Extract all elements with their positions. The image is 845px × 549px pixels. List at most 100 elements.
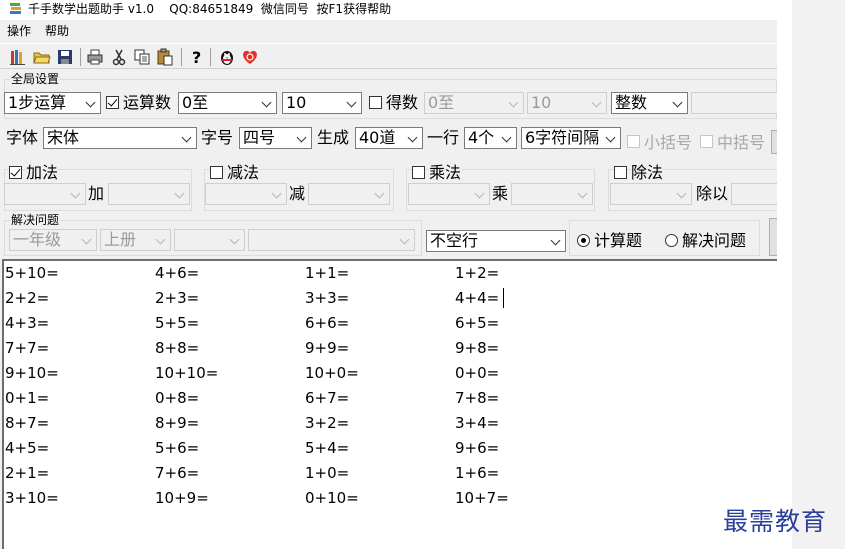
result-from-value: 0至 xyxy=(428,93,455,112)
title-bar: 千手数学出题助手 v1.0 QQ:84651849 微信同号 按F1获得帮助 xyxy=(0,0,777,20)
chevron-down-icon xyxy=(172,184,189,204)
small-bracket-checkbox[interactable] xyxy=(627,135,640,148)
decimal-places-select[interactable] xyxy=(691,92,777,114)
result-from-select[interactable]: 0至 xyxy=(424,92,524,114)
sub-right-select[interactable] xyxy=(308,183,390,205)
add-right-select[interactable] xyxy=(108,183,190,205)
chevron-down-icon xyxy=(153,230,170,250)
word-mode-radio[interactable] xyxy=(665,234,678,247)
equation-item: 9+6= xyxy=(455,439,500,457)
mul-right-select[interactable] xyxy=(511,183,593,205)
menu-bar: 操作 帮助 xyxy=(0,21,777,42)
result-to-value: 10 xyxy=(531,93,552,112)
toolbar-separator xyxy=(210,48,211,66)
equation-item: 0+1= xyxy=(5,389,50,407)
div-op-label: 除以 xyxy=(696,184,729,203)
help-icon[interactable]: ? xyxy=(187,48,205,66)
menu-operate[interactable]: 操作 xyxy=(7,21,31,42)
open-folder-icon[interactable] xyxy=(33,48,51,66)
spacing-select[interactable]: 6字符间隔 xyxy=(521,127,621,149)
chevron-down-icon[interactable] xyxy=(499,128,516,148)
result-checkbox[interactable] xyxy=(369,96,382,109)
menu-help[interactable]: 帮助 xyxy=(45,21,69,42)
paste-icon[interactable] xyxy=(156,48,174,66)
cut-icon[interactable] xyxy=(110,48,128,66)
operands-label: 运算数 xyxy=(123,93,172,112)
mul-checkbox[interactable] xyxy=(412,166,425,179)
equation-item: 4+5= xyxy=(5,439,50,457)
operands-to-select[interactable]: 10 xyxy=(282,92,362,114)
qq-penguin-icon[interactable] xyxy=(218,48,236,66)
chevron-down-icon xyxy=(227,230,244,250)
chevron-down-icon[interactable] xyxy=(179,128,196,148)
operands-from-value: 0至 xyxy=(182,93,209,112)
div-checkbox[interactable] xyxy=(614,166,627,179)
copy-icon[interactable] xyxy=(133,48,151,66)
chevron-down-icon xyxy=(575,184,592,204)
generate-button[interactable] xyxy=(769,218,777,256)
right-panel xyxy=(792,0,845,549)
size-select[interactable]: 四号 xyxy=(239,127,312,149)
word-mode-label: 解决问题 xyxy=(682,231,747,250)
operands-from-select[interactable]: 0至 xyxy=(178,92,277,114)
save-icon[interactable] xyxy=(56,48,74,66)
term-select[interactable]: 上册 xyxy=(100,229,171,251)
books-icon[interactable] xyxy=(9,48,27,66)
equation-item: 5+4= xyxy=(305,439,350,457)
steps-select[interactable]: 1步运算 xyxy=(4,92,101,114)
unit-select[interactable] xyxy=(174,229,245,251)
add-left-select[interactable] xyxy=(4,183,86,205)
mul-left-select[interactable] xyxy=(408,183,490,205)
equation-item: 5+10= xyxy=(5,264,59,282)
app-window: 千手数学出题助手 v1.0 QQ:84651849 微信同号 按F1获得帮助 操… xyxy=(0,0,777,549)
output-textarea[interactable] xyxy=(2,259,777,549)
equation-item: 7+8= xyxy=(455,389,500,407)
sub-op-label: 减 xyxy=(289,184,306,203)
equation-item: 0+10= xyxy=(305,489,359,507)
sub-left-select[interactable] xyxy=(205,183,287,205)
chevron-down-icon[interactable] xyxy=(670,93,687,113)
chevron-down-icon[interactable] xyxy=(548,231,565,251)
div-right-select[interactable] xyxy=(731,183,777,205)
chevron-down-icon xyxy=(372,184,389,204)
equation-item: 9+10= xyxy=(5,364,59,382)
grade-select[interactable]: 一年级 xyxy=(9,229,97,251)
small-bracket-label: 小括号 xyxy=(644,133,693,152)
equation-item: 1+6= xyxy=(455,464,500,482)
equation-item: 10+7= xyxy=(455,489,509,507)
equation-item: 4+6= xyxy=(155,264,200,282)
equation-item: 0+0= xyxy=(455,364,500,382)
number-type-select[interactable]: 整数 xyxy=(611,92,688,114)
line-mode-select[interactable]: 不空行 xyxy=(426,230,566,252)
sub-checkbox[interactable] xyxy=(210,166,223,179)
div-left-select[interactable] xyxy=(610,183,692,205)
chevron-down-icon[interactable] xyxy=(603,128,620,148)
word-problems-title: 解决问题 xyxy=(10,213,61,227)
equation-item: 5+5= xyxy=(155,314,200,332)
add-op-label: 加 xyxy=(88,184,105,203)
per-row-select[interactable]: 4个 xyxy=(464,127,517,149)
calc-mode-radio[interactable] xyxy=(577,234,590,247)
count-select[interactable]: 40道 xyxy=(355,127,423,149)
add-checkbox[interactable] xyxy=(9,166,22,179)
chevron-down-icon xyxy=(589,93,606,113)
generate-label: 生成 xyxy=(317,128,350,147)
result-to-select[interactable]: 10 xyxy=(527,92,607,114)
equation-item: 5+6= xyxy=(155,439,200,457)
result-label: 得数 xyxy=(386,93,419,112)
mid-bracket-checkbox[interactable] xyxy=(700,135,713,148)
sub-label: 减法 xyxy=(227,162,260,184)
chevron-down-icon[interactable] xyxy=(259,93,276,113)
print-icon[interactable] xyxy=(86,48,104,66)
equation-item: 2+3= xyxy=(155,289,200,307)
chevron-down-icon[interactable] xyxy=(83,93,100,113)
heart-icon[interactable] xyxy=(241,48,259,66)
operands-checkbox[interactable] xyxy=(106,96,119,109)
chevron-down-icon[interactable] xyxy=(294,128,311,148)
font-select[interactable]: 宋体 xyxy=(43,127,197,149)
chevron-down-icon[interactable] xyxy=(405,128,422,148)
watermark-text: 最需教育 xyxy=(723,507,828,536)
topic-select[interactable] xyxy=(248,229,415,251)
chevron-down-icon[interactable] xyxy=(344,93,361,113)
toolbar: ? xyxy=(0,43,777,69)
